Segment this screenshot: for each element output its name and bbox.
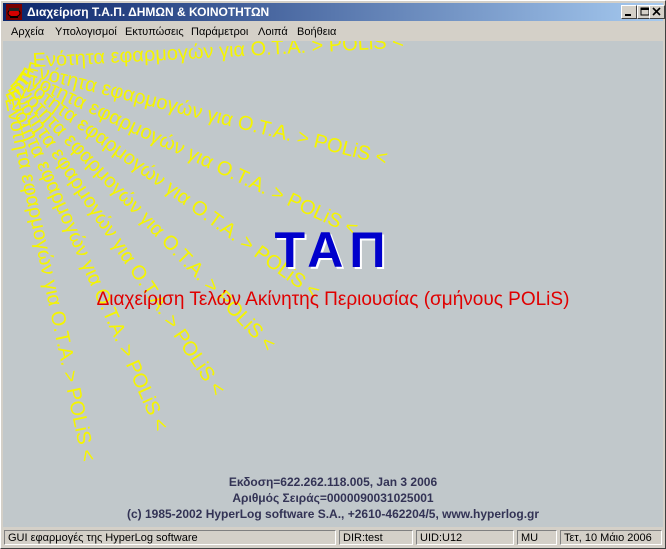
menu-voitheia[interactable]: Βοήθεια: [297, 26, 336, 38]
app-subtitle: Διαχείριση Τελών Ακίνητης Περιουσίας (σμ…: [96, 289, 570, 310]
menu-ypologismoi[interactable]: Υπολογισμοί: [55, 26, 117, 38]
menu-loipa[interactable]: Λοιπά: [258, 26, 288, 38]
status-uid: UID:U12: [416, 530, 514, 545]
app-title: ΤΑΠ: [274, 222, 392, 278]
banner-fan: Ενότητα εφαρμογών για Ο.Τ.Α. > POLiS < Ε…: [3, 41, 404, 463]
title-bar[interactable]: Διαχείριση Τ.Α.Π. ΔΗΜΩΝ & ΚΟΙΝΟΤΗΤΩΝ: [3, 3, 665, 21]
menu-ektyposeis[interactable]: Εκτυπώσεις: [125, 26, 184, 38]
copyright-text: (c) 1985-2002 HyperLog software S.A., +2…: [126, 507, 540, 521]
status-mode: MU: [517, 530, 557, 545]
menu-archeia[interactable]: Αρχεία: [11, 26, 44, 38]
menu-parametroi[interactable]: Παράμετροι: [191, 26, 248, 38]
status-dir: DIR:test: [339, 530, 413, 545]
close-icon: [652, 7, 661, 16]
menu-bar: Αρχεία Υπολογισμοί Εκτυπώσεις Παράμετροι…: [3, 22, 663, 41]
fan-text-line: Ενότητα εφαρμογών για Ο.Τ.Α. > POLiS <: [32, 41, 404, 72]
app-icon[interactable]: [6, 4, 22, 20]
main-client-area: Ενότητα εφαρμογών για Ο.Τ.Α. > POLiS < Ε…: [3, 41, 663, 527]
minimize-icon: [625, 14, 631, 16]
status-description: GUI εφαρμογές της HyperLog software: [4, 530, 336, 545]
window-title: Διαχείριση Τ.Α.Π. ΔΗΜΩΝ & ΚΟΙΝΟΤΗΤΩΝ: [27, 5, 270, 19]
close-button[interactable]: [649, 5, 665, 19]
status-date: Τετ, 10 Μάιο 2006: [560, 530, 662, 545]
serial-text: Αριθμός Σειράς=0000090031025001: [232, 491, 434, 505]
version-text: Εκδοση=622.262.118.005, Jan 3 2006: [228, 475, 438, 489]
minimize-button[interactable]: [621, 5, 637, 19]
app-window: Διαχείριση Τ.Α.Π. ΔΗΜΩΝ & ΚΟΙΝΟΤΗΤΩΝ Αρχ…: [0, 0, 666, 549]
status-bar: GUI εφαρμογές της HyperLog software DIR:…: [3, 529, 663, 547]
